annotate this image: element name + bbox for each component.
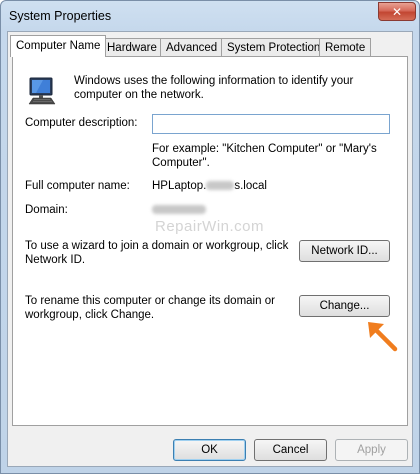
rename-text: To rename this computer or change its do… xyxy=(25,295,275,321)
tab-label: Advanced xyxy=(166,42,218,54)
tab-label: Remote xyxy=(325,42,366,54)
tab-system-protection[interactable]: System Protection xyxy=(221,38,327,56)
domain-value xyxy=(152,204,206,216)
intro-text: Windows uses the following information t… xyxy=(74,75,354,101)
domain-label: Domain: xyxy=(25,204,68,216)
close-icon: ✕ xyxy=(391,4,403,19)
computer-monitor-icon xyxy=(27,75,59,107)
computer-description-label: Computer description: xyxy=(25,117,138,129)
tab-computer-name[interactable]: Computer Name xyxy=(10,35,107,57)
cancel-button[interactable]: Cancel xyxy=(254,439,327,461)
tab-label: Computer Name xyxy=(16,40,101,52)
ok-button[interactable]: OK xyxy=(173,439,246,461)
window-title: System Properties xyxy=(9,9,112,23)
tab-label: Hardware xyxy=(107,42,157,54)
apply-button[interactable]: Apply xyxy=(335,439,408,461)
tab-label: System Protection xyxy=(227,42,321,54)
change-button[interactable]: Change... xyxy=(299,295,390,317)
computer-description-input[interactable] xyxy=(152,114,390,134)
arrow-pointer-icon xyxy=(361,315,401,355)
full-computer-name-label: Full computer name: xyxy=(25,180,130,192)
description-hint-text: For example: "Kitchen Computer" or "Mary… xyxy=(152,143,377,169)
computer-name-panel: Windows uses the following information t… xyxy=(12,56,408,426)
full-name-suffix: s.local xyxy=(234,180,267,192)
tab-advanced[interactable]: Advanced xyxy=(160,38,224,56)
network-id-button[interactable]: Network ID... xyxy=(299,240,390,262)
redacted-blur xyxy=(152,205,206,215)
network-id-text: To use a wizard to join a domain or work… xyxy=(25,240,289,266)
tab-remote[interactable]: Remote xyxy=(319,38,372,56)
close-button[interactable]: ✕ xyxy=(378,2,416,21)
dialog-client-area: Computer Name Hardware Advanced System P… xyxy=(7,31,413,467)
tab-hardware[interactable]: Hardware xyxy=(101,38,163,56)
full-computer-name-value: HPLaptop. s.local xyxy=(152,180,267,192)
full-name-prefix: HPLaptop. xyxy=(152,180,207,192)
redacted-blur xyxy=(206,181,235,191)
system-properties-window: System Properties ✕ Computer Name Hardwa… xyxy=(0,0,420,474)
